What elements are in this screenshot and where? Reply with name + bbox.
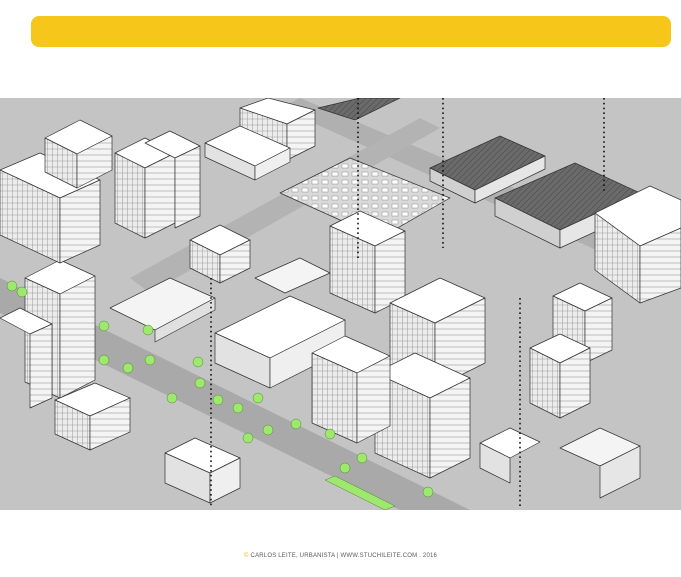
isometric-city-illustration	[0, 98, 681, 510]
tower-center	[329, 210, 406, 314]
copyright-symbol: ©	[243, 553, 249, 559]
tower-mid-2	[311, 335, 391, 444]
credit-line: © CARLOS LEITE, URBANISTA | WWW.STUCHILEI…	[0, 553, 681, 559]
tower-right-4	[529, 333, 591, 419]
title-banner	[31, 16, 671, 47]
credit-text: CARLOS LEITE, URBANISTA | WWW.STUCHILEIT…	[250, 553, 438, 559]
